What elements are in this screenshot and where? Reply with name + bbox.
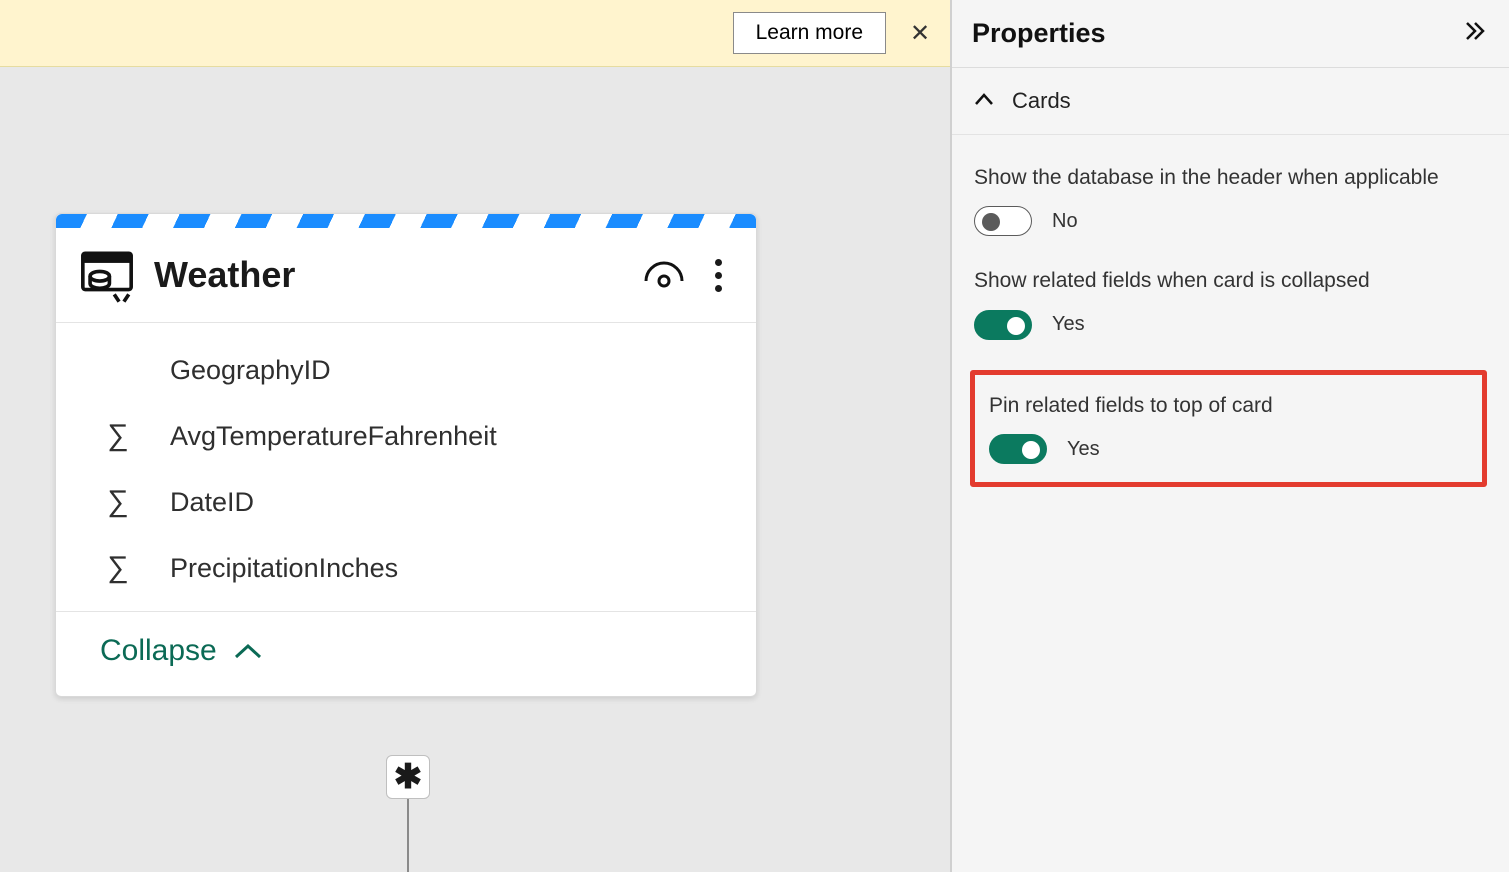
- field-row[interactable]: ∑ DateID: [56, 469, 756, 535]
- relationship-line: [407, 799, 409, 872]
- section-header-cards[interactable]: Cards: [952, 68, 1509, 135]
- collapse-button[interactable]: Collapse: [56, 611, 756, 696]
- card-title: Weather: [154, 254, 642, 296]
- collapse-label: Collapse: [100, 634, 217, 668]
- learn-more-button[interactable]: Learn more: [733, 12, 886, 54]
- close-icon[interactable]: ✕: [908, 19, 932, 48]
- toggle-value: Yes: [1067, 438, 1100, 461]
- prop-label: Show the database in the header when app…: [974, 163, 1487, 192]
- prop-show-database: Show the database in the header when app…: [974, 163, 1487, 236]
- prop-show-related: Show related fields when card is collaps…: [974, 266, 1487, 339]
- field-name: AvgTemperatureFahrenheit: [170, 421, 497, 452]
- info-bar: Learn more ✕: [0, 0, 950, 67]
- visibility-icon[interactable]: [642, 259, 686, 291]
- section-title: Cards: [1012, 88, 1071, 114]
- field-name: PrecipitationInches: [170, 553, 398, 584]
- toggle-show-related[interactable]: [974, 310, 1032, 340]
- toggle-value: No: [1052, 210, 1078, 233]
- sigma-icon: ∑: [96, 551, 140, 585]
- field-row[interactable]: ∑ GeographyID: [56, 337, 756, 403]
- properties-panel: Properties Cards Show the database in th…: [951, 0, 1509, 872]
- field-row[interactable]: ∑ PrecipitationInches: [56, 535, 756, 601]
- table-icon: [78, 246, 136, 304]
- field-list: ∑ GeographyID ∑ AvgTemperatureFahrenheit…: [56, 323, 756, 611]
- toggle-pin-related[interactable]: [989, 434, 1047, 464]
- model-canvas[interactable]: Learn more ✕ Weather: [0, 0, 951, 872]
- sigma-icon: ∑: [96, 485, 140, 519]
- properties-title: Properties: [972, 18, 1106, 49]
- highlight-box: Pin related fields to top of card Yes: [970, 370, 1487, 487]
- field-name: DateID: [170, 487, 254, 518]
- prop-pin-related: Pin related fields to top of card Yes: [989, 391, 1468, 464]
- prop-label: Pin related fields to top of card: [989, 391, 1468, 420]
- table-card-weather[interactable]: Weather ∑ GeographyID ∑: [55, 213, 757, 697]
- toggle-show-database[interactable]: [974, 206, 1032, 236]
- sigma-icon: ∑: [96, 419, 140, 453]
- chevron-up-icon: [974, 92, 994, 111]
- card-header: Weather: [56, 228, 756, 323]
- chevron-up-icon: [233, 642, 263, 660]
- properties-body: Show the database in the header when app…: [952, 135, 1509, 507]
- card-selection-stripe: [56, 214, 756, 228]
- more-options-icon[interactable]: [706, 255, 730, 295]
- collapse-panel-icon[interactable]: [1465, 21, 1487, 46]
- field-row[interactable]: ∑ AvgTemperatureFahrenheit: [56, 403, 756, 469]
- properties-header: Properties: [952, 0, 1509, 68]
- field-name: GeographyID: [170, 355, 331, 386]
- prop-label: Show related fields when card is collaps…: [974, 266, 1487, 295]
- toggle-value: Yes: [1052, 313, 1085, 336]
- relationship-handle[interactable]: ✱: [386, 755, 430, 799]
